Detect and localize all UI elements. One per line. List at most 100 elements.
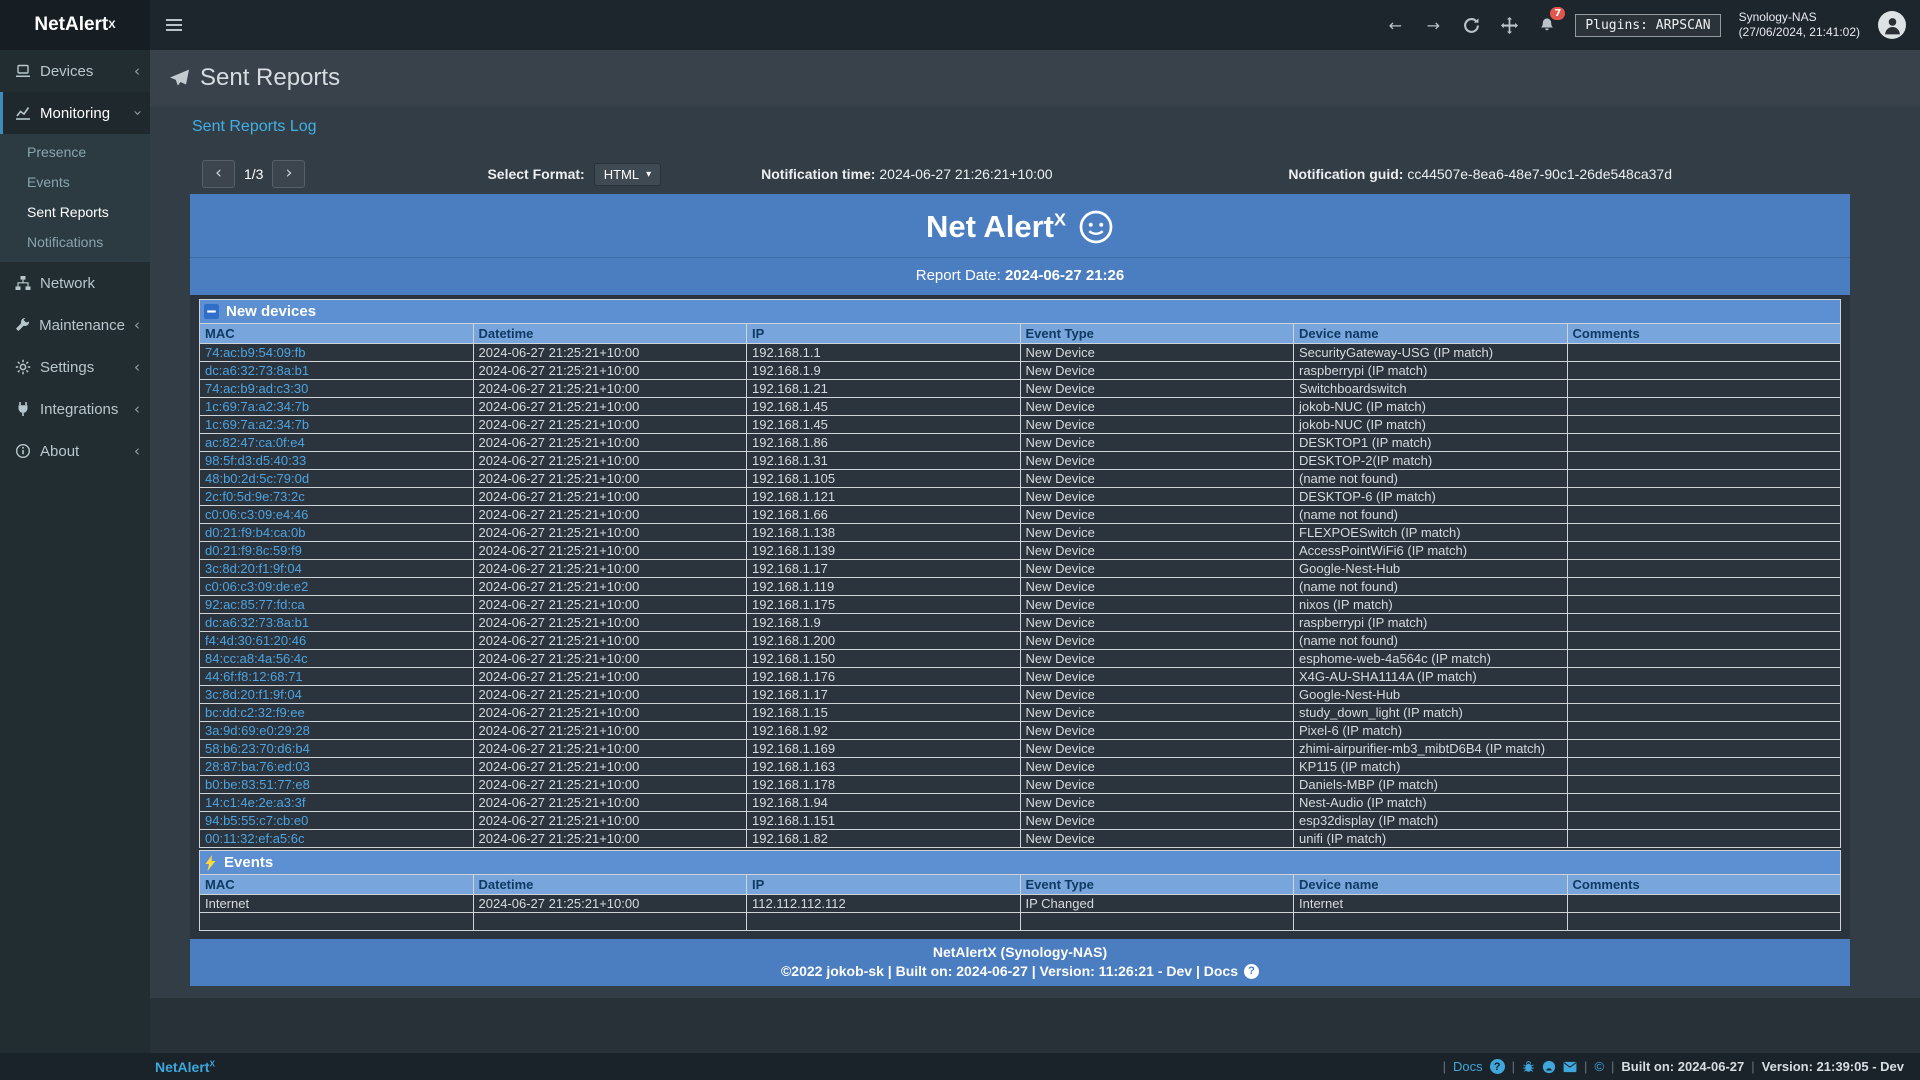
mac-link[interactable]: 94:b5:55:c7:cb:e0 — [205, 813, 308, 828]
sidebar-subitem-notifications[interactable]: Notifications — [0, 227, 150, 257]
table-cell: esphome-web-4a564c (IP match) — [1294, 650, 1568, 668]
bug-report-icon[interactable] — [1522, 1060, 1535, 1073]
table-cell: (name not found) — [1294, 632, 1568, 650]
mac-link[interactable]: 3c:8d:20:f1:9f:04 — [205, 561, 302, 576]
mac-link[interactable]: 74:ac:b9:ad:c3:30 — [205, 381, 308, 396]
sidebar-item-settings[interactable]: Settings ‹ — [0, 346, 150, 388]
table-row: Internet2024-06-27 21:25:21+10:00112.112… — [200, 895, 1841, 913]
table-cell: New Device — [1020, 812, 1294, 830]
refresh-icon[interactable] — [1461, 14, 1481, 36]
mac-link[interactable]: d0:21:f9:b4:ca:0b — [205, 525, 305, 540]
prev-page-button[interactable]: ‹ — [202, 160, 235, 188]
mac-link[interactable]: 84:cc:a8:4a:56:4c — [205, 651, 308, 666]
mac-link[interactable]: 58:b6:23:70:d6:b4 — [205, 741, 310, 756]
mac-link[interactable]: f4:4d:30:61:20:46 — [205, 633, 306, 648]
table-cell: New Device — [1020, 614, 1294, 632]
user-avatar[interactable] — [1878, 11, 1906, 39]
mac-link[interactable]: d0:21:f9:8c:59:f9 — [205, 543, 302, 558]
mac-cell: f4:4d:30:61:20:46 — [200, 632, 474, 650]
mac-link[interactable]: 00:11:32:ef:a5:6c — [205, 831, 305, 846]
table-cell — [1567, 524, 1841, 542]
sidebar-subitem-presence[interactable]: Presence — [0, 137, 150, 167]
format-group: Select Format: HTML ▾ — [487, 163, 661, 186]
forward-arrow-icon[interactable]: → — [1423, 14, 1443, 36]
table-cell: 112.112.112.112 — [747, 895, 1021, 913]
mac-link[interactable]: 3c:8d:20:f1:9f:04 — [205, 687, 302, 702]
mac-link[interactable]: dc:a6:32:73:8a:b1 — [205, 615, 309, 630]
sidebar-item-label: Integrations — [40, 401, 118, 418]
notification-guid-value: cc44507e-8ea6-48e7-90c1-26de548ca37d — [1407, 166, 1672, 182]
lightning-bolt-icon — [204, 855, 217, 871]
table-cell: 192.168.1.200 — [747, 632, 1021, 650]
table-cell — [1567, 542, 1841, 560]
sidebar-toggle-button[interactable] — [150, 0, 198, 50]
mac-link[interactable]: dc:a6:32:73:8a:b1 — [205, 363, 309, 378]
mac-link[interactable]: 74:ac:b9:54:09:fb — [205, 345, 305, 360]
table-cell: 192.168.1.163 — [747, 758, 1021, 776]
section-title: Events — [224, 854, 273, 871]
brand-logo[interactable]: NetAlertX — [0, 0, 150, 50]
mac-link[interactable]: 14:c1:4e:2e:a3:3f — [205, 795, 305, 810]
table-cell — [1567, 794, 1841, 812]
mac-link[interactable]: 1c:69:7a:a2:34:7b — [205, 417, 309, 432]
docs-link[interactable]: Docs — [1453, 1059, 1483, 1074]
footer-brand-link[interactable]: NetAlertX — [155, 1059, 215, 1075]
table-cell — [1567, 740, 1841, 758]
sidebar-subitem-sent-reports[interactable]: Sent Reports — [0, 197, 150, 227]
sidebar: Devices ‹ Monitoring ‹ Presence Events S… — [0, 50, 150, 1053]
mac-link[interactable]: 98:5f:d3:d5:40:33 — [205, 453, 306, 468]
report-title-text: Net Alert — [926, 209, 1054, 244]
github-icon[interactable] — [1542, 1060, 1556, 1074]
sidebar-subitem-events[interactable]: Events — [0, 167, 150, 197]
table-cell — [1567, 895, 1841, 913]
table-cell: New Device — [1020, 740, 1294, 758]
section-title: New devices — [226, 303, 316, 320]
mac-cell: 94:b5:55:c7:cb:e0 — [200, 812, 474, 830]
table-row: c0:06:c3:09:de:e22024-06-27 21:25:21+10:… — [200, 578, 1841, 596]
sidebar-item-about[interactable]: About ‹ — [0, 430, 150, 472]
table-row: 44:6f:f8:12:68:712024-06-27 21:25:21+10:… — [200, 668, 1841, 686]
table-cell: 192.168.1.1 — [747, 344, 1021, 362]
table-cell: 2024-06-27 21:25:21+10:00 — [473, 452, 747, 470]
sidebar-item-label: About — [40, 443, 79, 460]
format-select[interactable]: HTML ▾ — [594, 163, 661, 186]
mac-link[interactable]: c0:06:c3:09:de:e2 — [205, 579, 308, 594]
mac-link[interactable]: c0:06:c3:09:e4:46 — [205, 507, 308, 522]
table-cell: New Device — [1020, 668, 1294, 686]
mac-link[interactable]: 1c:69:7a:a2:34:7b — [205, 399, 309, 414]
sidebar-item-monitoring[interactable]: Monitoring ‹ — [0, 92, 150, 134]
mac-link[interactable]: bc:dd:c2:32:f9:ee — [205, 705, 305, 720]
mac-link[interactable]: 48:b0:2d:5c:79:0d — [205, 471, 309, 486]
sidebar-item-integrations[interactable]: Integrations ‹ — [0, 388, 150, 430]
report-date-label: Report Date: — [916, 267, 1001, 284]
table-cell: 192.168.1.178 — [747, 776, 1021, 794]
table-cell: 192.168.1.175 — [747, 596, 1021, 614]
email-icon[interactable] — [1563, 1061, 1577, 1073]
next-page-button[interactable]: › — [272, 160, 305, 188]
table-cell: New Device — [1020, 830, 1294, 848]
mac-link[interactable]: ac:82:47:ca:0f:e4 — [205, 435, 305, 450]
mac-cell: 3c:8d:20:f1:9f:04 — [200, 560, 474, 578]
mac-link[interactable]: 2c:f0:5d:9e:73:2c — [205, 489, 305, 504]
move-icon[interactable] — [1499, 14, 1519, 36]
sidebar-item-devices[interactable]: Devices ‹ — [0, 50, 150, 92]
notifications-bell-icon[interactable]: 7 — [1537, 14, 1557, 36]
sent-reports-log-tab[interactable]: Sent Reports Log — [192, 118, 317, 136]
back-arrow-icon[interactable]: ← — [1385, 14, 1405, 36]
table-row: b0:be:83:51:77:e82024-06-27 21:25:21+10:… — [200, 776, 1841, 794]
sidebar-item-network[interactable]: Network — [0, 262, 150, 304]
table-cell — [1567, 398, 1841, 416]
events-table: MACDatetimeIPEvent TypeDevice nameCommen… — [199, 874, 1841, 931]
mac-link[interactable]: 92:ac:85:77:fd:ca — [205, 597, 305, 612]
plugins-status-badge[interactable]: Plugins: ARPSCAN — [1575, 14, 1720, 37]
mac-link[interactable]: b0:be:83:51:77:e8 — [205, 777, 310, 792]
mac-link[interactable]: 44:6f:f8:12:68:71 — [205, 669, 303, 684]
sidebar-item-maintenance[interactable]: Maintenance ‹ — [0, 304, 150, 346]
chevron-right-icon: › — [286, 163, 293, 183]
table-row: 1c:69:7a:a2:34:7b2024-06-27 21:25:21+10:… — [200, 398, 1841, 416]
mac-link[interactable]: 3a:9d:69:e0:29:28 — [205, 723, 310, 738]
question-circle-icon[interactable] — [1490, 1059, 1505, 1074]
license-icon[interactable]: © — [1594, 1059, 1604, 1074]
table-cell: jokob-NUC (IP match) — [1294, 416, 1568, 434]
mac-link[interactable]: 28:87:ba:76:ed:03 — [205, 759, 310, 774]
